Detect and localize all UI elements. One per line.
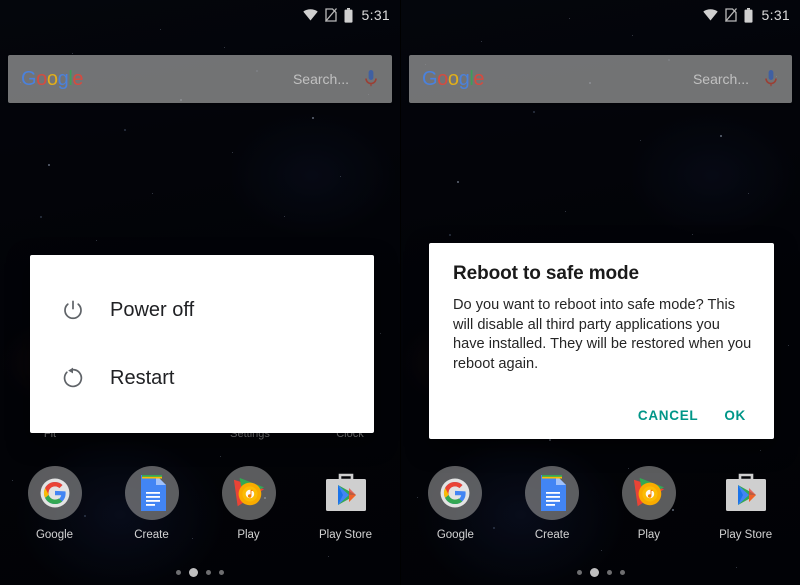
dock-item-google[interactable]: Google [407,466,504,541]
status-bar-clock: 5:31 [361,7,390,23]
restart-label: Restart [110,366,175,389]
screenshot-pair: 5:31 Google Search... Fit Settings Clock [0,0,800,585]
play-music-icon [621,466,676,520]
dialog-title: Reboot to safe mode [453,263,640,284]
phone-screen-safe-mode-dialog: 5:31 Google Search... Google Create Play… [400,0,800,585]
google-docs-icon [525,466,580,520]
page-dot-3[interactable] [206,570,211,575]
dock-item-play[interactable]: Play [601,466,698,541]
power-options-dialog: Power off Restart [30,255,374,433]
page-dot-3[interactable] [606,570,612,575]
google-logo: Google [422,67,485,90]
power-off-label: Power off [110,298,195,321]
page-dot-1[interactable] [176,570,181,575]
google-search-bar[interactable]: Google Search... [8,55,392,103]
page-indicator [0,568,400,577]
phone-screen-power-menu: 5:31 Google Search... Fit Settings Clock [0,0,400,585]
play-music-icon [221,466,276,520]
dock-label-play-store: Play Store [719,529,773,541]
wifi-icon [702,9,718,21]
status-bar-clock: 5:31 [761,7,790,23]
wifi-icon [302,9,318,21]
dock-item-create[interactable]: Create [504,466,601,541]
dock-label-play-store: Play Store [318,529,373,541]
google-g-icon [27,466,82,520]
play-store-icon [319,466,373,520]
battery-icon [744,7,753,23]
dock-label-google: Google [35,529,74,541]
dock-item-play-store[interactable]: Play Store [297,466,394,541]
sim-off-icon [324,8,337,22]
dock-item-create[interactable]: Create [103,466,200,541]
dialog-actions: CANCEL OK [453,408,752,431]
dock-label-google: Google [436,529,474,541]
page-dot-2-active[interactable] [189,568,198,577]
dock-label-play: Play [637,529,661,541]
status-bar: 5:31 [401,0,800,30]
dock-label-play: Play [237,529,260,541]
google-search-bar[interactable]: Google Search... [409,55,792,103]
dialog-message: Do you want to reboot into safe mode? Th… [453,297,752,372]
page-dot-2-active[interactable] [589,568,599,577]
dock-item-play[interactable]: Play [200,466,297,541]
page-dot-4[interactable] [619,570,625,575]
dock-label-create: Create [134,529,169,541]
dock-item-google[interactable]: Google [6,466,103,541]
dock: Google Create Play Play Store [0,466,400,541]
power-icon [58,299,88,321]
ok-button[interactable]: OK [724,408,746,423]
page-indicator [401,568,800,577]
page-dot-1[interactable] [576,570,582,575]
page-dot-4[interactable] [219,570,224,575]
status-bar: 5:31 [0,0,400,30]
play-store-icon [719,466,773,520]
search-placeholder[interactable]: Search... [293,71,349,87]
restart-icon [58,367,88,389]
power-off-button[interactable]: Power off [30,282,374,338]
microphone-icon[interactable] [363,68,379,90]
google-docs-icon [124,466,179,520]
battery-icon [344,7,353,23]
dock: Google Create Play Play Store [401,466,800,541]
dock-label-create: Create [534,529,570,541]
google-g-icon [428,466,483,520]
restart-button[interactable]: Restart [30,350,374,406]
sim-off-icon [724,8,737,22]
google-logo: Google [21,67,84,90]
cancel-button[interactable]: CANCEL [638,408,698,423]
search-placeholder[interactable]: Search... [693,71,749,87]
microphone-icon[interactable] [763,68,779,90]
dock-item-play-store[interactable]: Play Store [697,466,794,541]
reboot-safe-mode-dialog: Reboot to safe mode Do you want to reboo… [429,243,774,439]
